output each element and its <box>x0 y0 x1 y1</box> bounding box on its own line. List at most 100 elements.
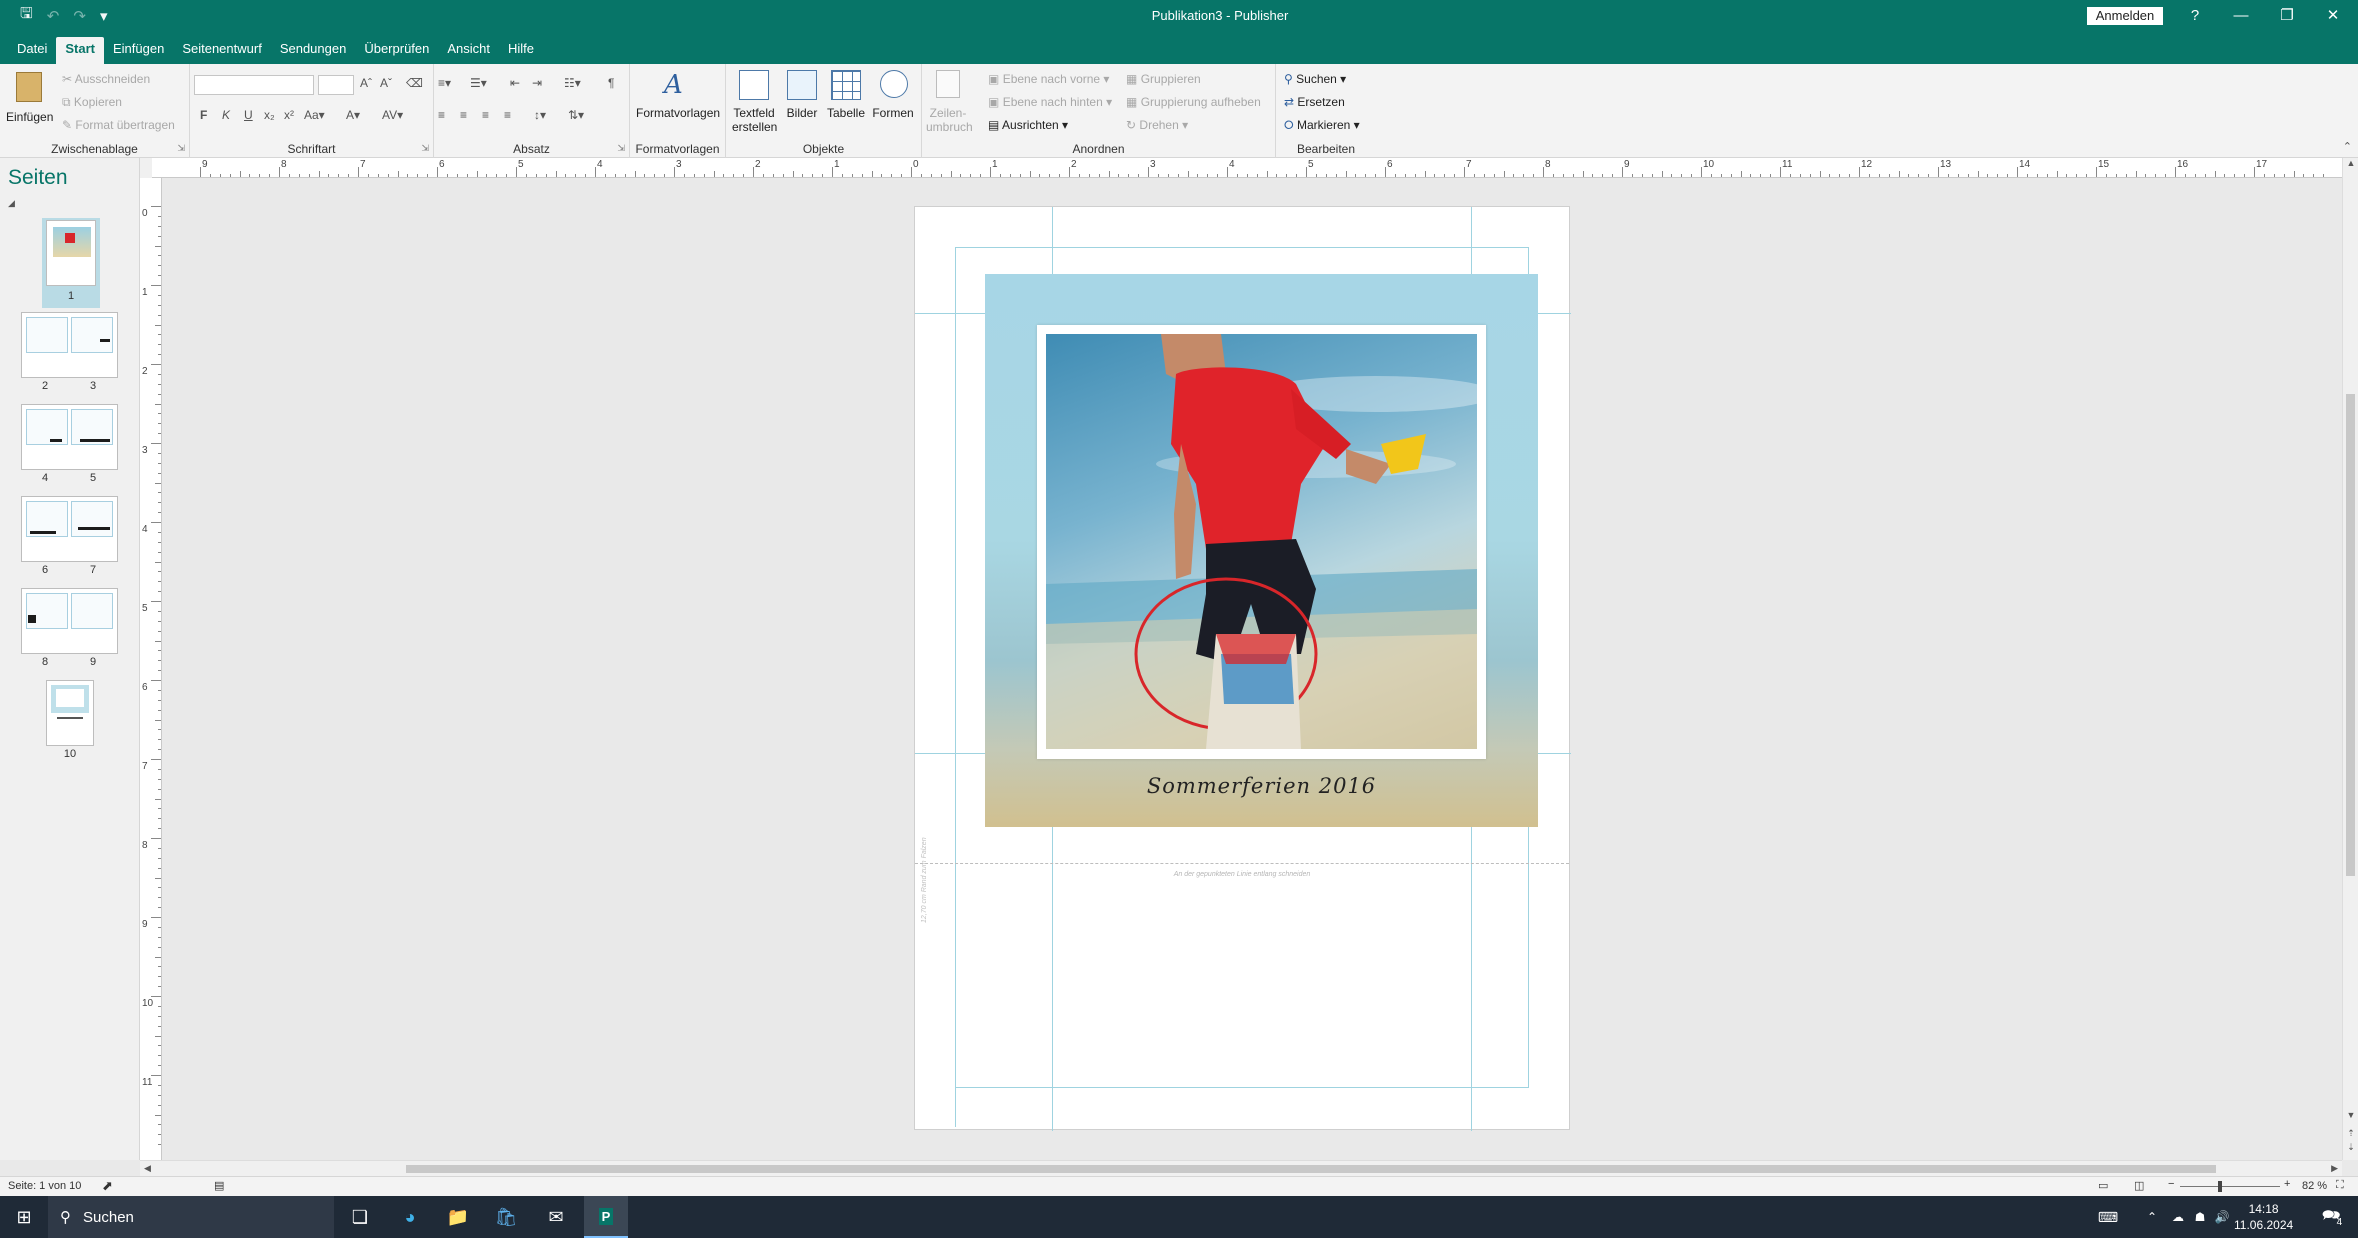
publication-page[interactable]: Sommerferien 2016 An der gepunkteten Lin… <box>914 206 1571 1131</box>
copy-button[interactable]: ⧉ Kopieren <box>62 95 122 110</box>
single-page-view-icon[interactable]: ▭ <box>2098 1179 2108 1192</box>
page-info[interactable]: Seite: 1 von 10 <box>8 1180 81 1192</box>
two-page-view-icon[interactable]: ◫ <box>2134 1179 2144 1192</box>
paragraph-launcher-icon[interactable]: ⇲ <box>617 143 625 154</box>
collapse-pages-icon[interactable]: ◢ <box>8 198 15 209</box>
decrease-indent-icon[interactable]: ⇤ <box>510 76 520 90</box>
italic-button[interactable]: K <box>222 108 230 122</box>
horizontal-scroll-thumb[interactable] <box>406 1165 2216 1173</box>
scroll-left-icon[interactable]: ◀ <box>144 1163 151 1174</box>
group-button[interactable]: ▦ Gruppieren <box>1126 72 1201 86</box>
shapes-button[interactable]: Formen <box>870 70 916 142</box>
help-button[interactable]: ? <box>2172 0 2218 31</box>
align-center-icon[interactable]: ≡ <box>460 108 467 122</box>
paste-button[interactable]: Einfügen <box>4 70 56 140</box>
bold-button[interactable]: F <box>200 108 207 122</box>
rotate-button[interactable]: ↻ Drehen ▾ <box>1126 118 1188 132</box>
align-button[interactable]: ▤ Ausrichten ▾ <box>988 118 1068 132</box>
signin-button[interactable]: Anmelden <box>2087 7 2163 25</box>
vertical-scrollbar[interactable]: ▲ ▼ ⇡ ⇣ <box>2342 158 2358 1160</box>
horizontal-scrollbar[interactable]: ◀ ▶ <box>140 1160 2342 1176</box>
keyboard-icon[interactable]: ⌨ <box>2086 1196 2130 1238</box>
styles-button[interactable]: A Formatvorlagen <box>636 68 720 138</box>
page-thumbnail-10[interactable] <box>46 680 94 746</box>
document-canvas[interactable]: Sommerferien 2016 An der gepunkteten Lin… <box>162 178 2342 1160</box>
tab-datei[interactable]: Datei <box>8 37 56 64</box>
superscript-icon[interactable]: x² <box>284 108 294 122</box>
line-spacing-icon[interactable]: ↕▾ <box>534 108 546 122</box>
align-right-icon[interactable]: ≡ <box>482 108 489 122</box>
zoom-in-icon[interactable]: + <box>2284 1178 2290 1190</box>
pilcrow-icon[interactable]: ¶ <box>608 76 614 90</box>
tab-sendungen[interactable]: Sendungen <box>271 37 356 64</box>
underline-button[interactable]: U <box>244 108 253 122</box>
notifications-icon[interactable]: 🗪 4 <box>2310 1196 2354 1238</box>
font-launcher-icon[interactable]: ⇲ <box>421 143 429 154</box>
scroll-down-icon[interactable]: ▼ <box>2343 1110 2358 1120</box>
vertical-scroll-thumb[interactable] <box>2346 394 2355 876</box>
columns-icon[interactable]: ☷▾ <box>564 76 581 90</box>
find-button[interactable]: ⚲ Suchen ▾ <box>1284 72 1346 86</box>
cut-button[interactable]: ✂ Ausschneiden <box>62 72 150 86</box>
bullets-icon[interactable]: ≡▾ <box>438 76 451 90</box>
justify-icon[interactable]: ≡ <box>504 108 511 122</box>
minimize-icon[interactable]: — <box>2218 0 2264 31</box>
tab-hilfe[interactable]: Hilfe <box>499 37 543 64</box>
tab-einfuegen[interactable]: Einfügen <box>104 37 173 64</box>
restore-icon[interactable]: ❐ <box>2264 0 2310 31</box>
poster-background[interactable]: Sommerferien 2016 <box>985 274 1538 827</box>
format-painter-button[interactable]: ✎ Format übertragen <box>62 118 175 132</box>
object-position-icon[interactable]: ▤ <box>214 1179 224 1192</box>
page-thumbnail-2-3[interactable] <box>21 312 118 378</box>
undo-icon[interactable]: ↶ <box>47 7 60 25</box>
customize-toolbar-icon[interactable]: ▾ <box>100 7 108 25</box>
paragraph-spacing-icon[interactable]: ⇅▾ <box>568 108 584 122</box>
save-icon[interactable]: 🖫 <box>20 3 33 28</box>
redo-icon[interactable]: ↷ <box>73 7 86 25</box>
mail-icon[interactable]: ✉ <box>534 1196 578 1238</box>
file-explorer-icon[interactable]: 📁 <box>436 1196 480 1238</box>
increase-indent-icon[interactable]: ⇥ <box>532 76 542 90</box>
poster-caption[interactable]: Sommerferien 2016 <box>985 774 1538 798</box>
scroll-up-icon[interactable]: ▲ <box>2343 158 2358 168</box>
pictures-button[interactable]: Bilder <box>782 70 822 142</box>
next-page-icon[interactable]: ⇣ <box>2343 1142 2358 1153</box>
zoom-level[interactable]: 82 % <box>2302 1180 2327 1192</box>
photo-boy-at-beach[interactable] <box>1046 334 1477 749</box>
tab-seitenentwurf[interactable]: Seitenentwurf <box>173 37 271 64</box>
clear-format-icon[interactable]: ⌫ <box>406 76 423 90</box>
task-view-icon[interactable]: ❏ <box>338 1196 382 1238</box>
fold-margin-text[interactable]: 12,70 cm Rand zum Falzen <box>921 837 928 923</box>
horizontal-ruler[interactable]: 9 8 7 6 5 4 3 2 1 0 1 2 3 4 5 6 7 8 9 10 11 12 13 14 15 16 17 <box>152 158 2342 178</box>
change-case-icon[interactable]: Aa▾ <box>304 108 325 122</box>
page-thumbnail-4-5[interactable] <box>21 404 118 470</box>
textbox-button[interactable]: Textfeld erstellen <box>732 70 777 142</box>
select-button[interactable]: ⭘ Markieren ▾ <box>1284 118 1360 133</box>
numbering-icon[interactable]: ☰▾ <box>470 76 487 90</box>
page-thumbnail-8-9[interactable] <box>21 588 118 654</box>
align-left-icon[interactable]: ≡ <box>438 108 445 122</box>
page-thumbnail-1[interactable]: 1 <box>42 218 100 308</box>
zoom-slider-thumb[interactable] <box>2218 1181 2222 1192</box>
windows-start-icon[interactable]: ⊞ <box>2 1196 46 1238</box>
taskbar-clock[interactable]: 14:18 11.06.2024 <box>2234 1201 2293 1233</box>
bring-forward-button[interactable]: ▣ Ebene nach vorne ▾ <box>988 72 1109 86</box>
vertical-ruler[interactable]: 0 1 2 3 4 5 6 7 8 9 10 11 <box>140 178 162 1160</box>
scroll-right-icon[interactable]: ▶ <box>2331 1163 2338 1174</box>
tab-ansicht[interactable]: Ansicht <box>438 37 499 64</box>
publisher-taskbar-icon[interactable]: P <box>584 1196 628 1238</box>
font-color-icon[interactable]: A▾ <box>346 108 360 122</box>
page-thumbnail-6-7[interactable] <box>21 496 118 562</box>
replace-button[interactable]: ⇄ Ersetzen <box>1284 95 1345 109</box>
zoom-out-icon[interactable]: − <box>2168 1178 2174 1190</box>
zoom-slider[interactable] <box>2180 1181 2280 1192</box>
photo-frame[interactable] <box>1037 325 1486 759</box>
microsoft-store-icon[interactable]: 🛍 <box>484 1196 528 1238</box>
grow-font-icon[interactable]: Aˆ <box>360 76 372 90</box>
taskbar-search-box[interactable]: ⚲ Suchen <box>48 1196 334 1238</box>
character-spacing-icon[interactable]: AV▾ <box>382 108 403 122</box>
fit-page-icon[interactable]: ⛶ <box>2336 1179 2344 1192</box>
clipboard-launcher-icon[interactable]: ⇲ <box>177 143 185 154</box>
shrink-font-icon[interactable]: Aˇ <box>380 76 392 90</box>
subscript-icon[interactable]: x₂ <box>264 108 275 122</box>
